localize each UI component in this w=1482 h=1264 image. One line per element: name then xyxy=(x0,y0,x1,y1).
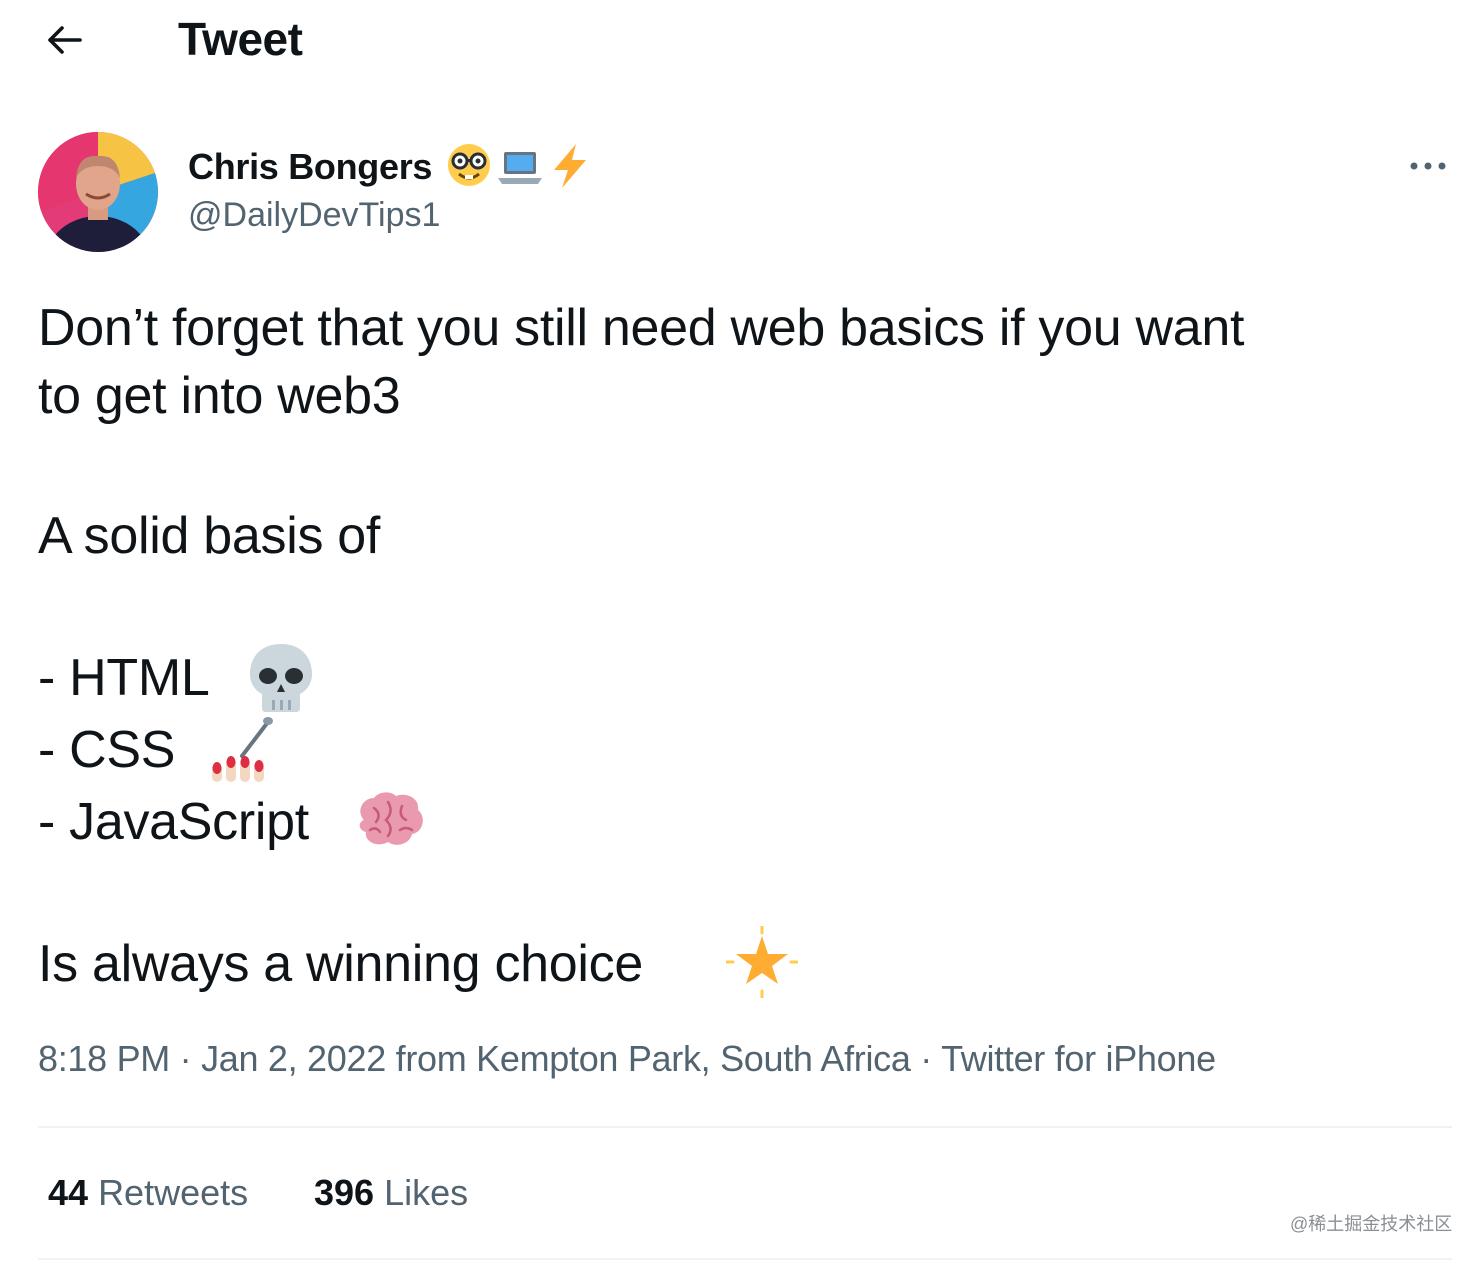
divider xyxy=(38,1258,1452,1260)
avatar[interactable] xyxy=(38,132,158,252)
likes-label: Likes xyxy=(384,1172,469,1213)
skull-icon xyxy=(250,644,312,712)
author-name[interactable]: Chris Bongers xyxy=(188,146,432,188)
tweet-text-line: to get into web3 xyxy=(38,367,401,425)
more-options-button[interactable] xyxy=(1404,148,1452,184)
top-header: Tweet xyxy=(0,0,1482,80)
tweet-list-item-javascript: - JavaScript xyxy=(38,793,309,851)
divider xyxy=(38,1126,1452,1128)
glowing-star-icon xyxy=(726,926,798,998)
tweet-source[interactable]: Twitter for iPhone xyxy=(941,1038,1216,1079)
avatar-image xyxy=(38,132,158,252)
lightning-bolt-icon xyxy=(554,144,586,188)
laptop-icon xyxy=(498,152,542,184)
arrow-left-icon xyxy=(48,26,82,54)
brain-icon xyxy=(359,792,423,845)
retweets-count: 44 xyxy=(48,1172,89,1213)
retweets-label: Retweets xyxy=(98,1172,249,1213)
tweet-text-line: A solid basis of xyxy=(38,507,381,565)
likes-stat[interactable]: 396 Likes xyxy=(314,1172,468,1214)
nerd-face-icon xyxy=(448,144,490,186)
back-button[interactable] xyxy=(40,18,88,62)
likes-count: 396 xyxy=(314,1172,375,1213)
meta-separator: · xyxy=(179,1038,192,1079)
tweet-location[interactable]: Kempton Park, South Africa xyxy=(476,1038,911,1079)
nail-polish-icon xyxy=(212,717,273,782)
author-handle[interactable]: @DailyDevTips1 xyxy=(188,196,440,235)
tweet-list-item-html: - HTML xyxy=(38,649,210,707)
tweet-text-line: Don’t forget that you still need web bas… xyxy=(38,299,1245,357)
tweet-meta: 8:18 PM · Jan 2, 2022 from Kempton Park,… xyxy=(38,1038,1216,1080)
tweet-list-item-css: - CSS xyxy=(38,721,176,779)
tweet-text-line: Is always a winning choice xyxy=(38,935,643,993)
retweets-stat[interactable]: 44 Retweets xyxy=(48,1172,248,1214)
watermark: @稀土掘金技术社区 xyxy=(1290,1214,1453,1234)
page-title: Tweet xyxy=(178,13,303,65)
more-horizontal-icon xyxy=(1410,162,1446,170)
tweet-date[interactable]: Jan 2, 2022 xyxy=(201,1038,386,1079)
meta-separator: · xyxy=(920,1038,932,1079)
meta-from: from xyxy=(395,1038,467,1079)
tweet-time[interactable]: 8:18 PM xyxy=(38,1038,170,1079)
